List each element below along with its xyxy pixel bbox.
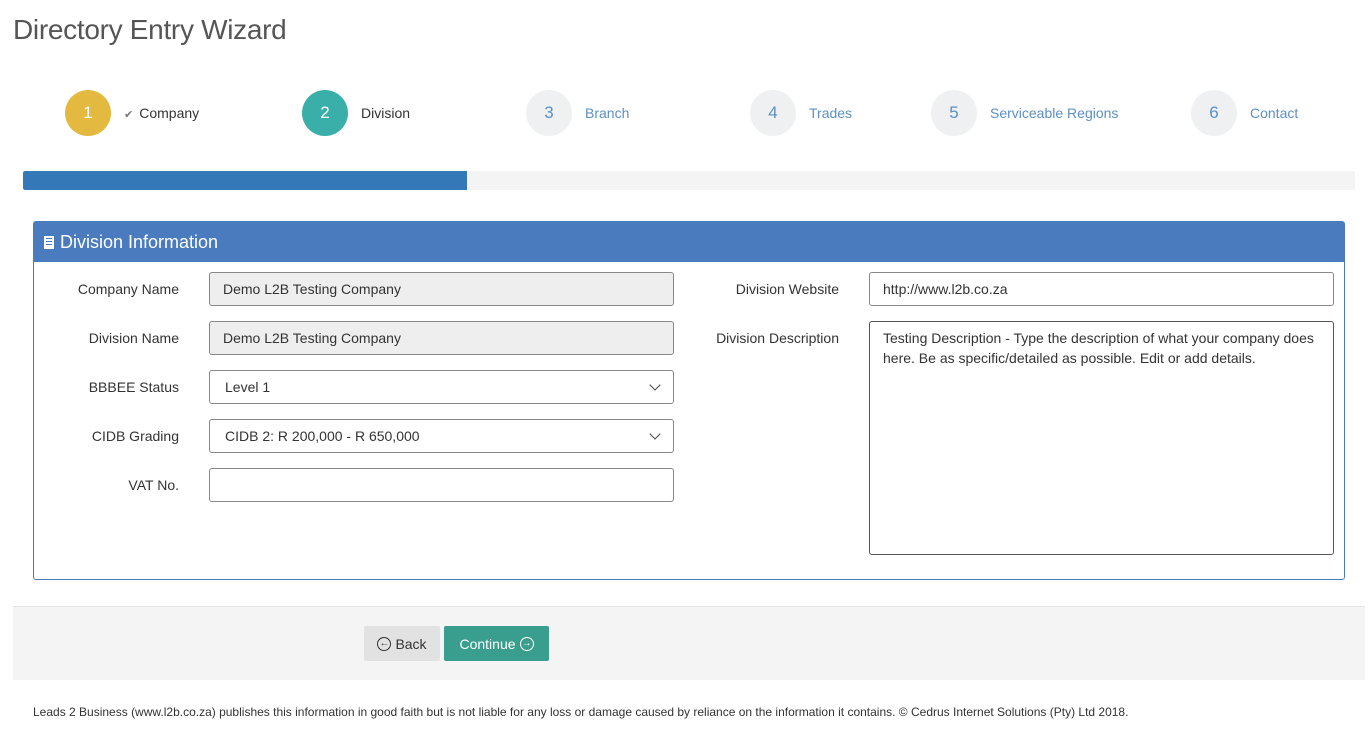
step-label: Serviceable Regions xyxy=(990,105,1119,121)
step-company[interactable]: 1 ✔ Company xyxy=(65,90,199,136)
step-number: 5 xyxy=(931,90,977,136)
panel-header: Division Information xyxy=(34,222,1344,262)
step-number: 3 xyxy=(526,90,572,136)
division-name-label: Division Name xyxy=(88,330,179,346)
cidb-grading-label: CIDB Grading xyxy=(91,428,179,444)
step-number: 1 xyxy=(65,90,111,136)
division-website-label: Division Website xyxy=(735,281,839,297)
arrow-left-circle-icon: ← xyxy=(377,636,392,651)
continue-button-label: Continue xyxy=(459,635,516,652)
step-label: Trades xyxy=(809,105,853,121)
step-number: 2 xyxy=(302,90,348,136)
step-label: Division xyxy=(361,105,411,121)
cidb-grading-select[interactable]: CIDB 2: R 200,000 - R 650,000 xyxy=(209,419,674,453)
building-icon xyxy=(44,235,54,249)
continue-button[interactable]: Continue → xyxy=(444,626,549,661)
chevron-down-icon xyxy=(649,427,661,440)
wizard-steps: 1 ✔ Company 2 Division 3 Branch 4 Trades … xyxy=(0,90,1368,138)
division-website-input[interactable]: http://www.l2b.co.za xyxy=(869,272,1334,306)
division-description-label: Division Description xyxy=(716,330,839,346)
bbbee-status-value: Level 1 xyxy=(225,379,271,395)
page-title: Directory Entry Wizard xyxy=(13,14,287,45)
division-name-field[interactable]: Demo L2B Testing Company xyxy=(209,321,674,355)
arrow-right-circle-icon: → xyxy=(519,636,534,651)
progress-bar xyxy=(23,171,1355,190)
button-bar xyxy=(13,606,1365,680)
division-description-textarea[interactable]: Testing Description - Type the descripti… xyxy=(869,321,1334,555)
company-name-field[interactable]: Demo L2B Testing Company xyxy=(209,272,674,306)
progress-fill xyxy=(23,171,467,190)
step-division[interactable]: 2 Division xyxy=(302,90,410,136)
chevron-down-icon xyxy=(649,378,661,391)
panel-title: Division Information xyxy=(60,231,219,252)
vat-no-input[interactable] xyxy=(209,468,674,502)
bbbee-status-select[interactable]: Level 1 xyxy=(209,370,674,404)
step-contact[interactable]: 6 Contact xyxy=(1191,90,1298,136)
step-label: Branch xyxy=(585,105,630,121)
back-button[interactable]: ← Back xyxy=(364,626,440,661)
step-number: 4 xyxy=(750,90,796,136)
vat-no-label: VAT No. xyxy=(128,477,179,493)
step-label: Company xyxy=(139,105,200,121)
bbbee-status-label: BBBEE Status xyxy=(88,379,179,395)
cidb-grading-value: CIDB 2: R 200,000 - R 650,000 xyxy=(225,428,420,444)
step-serviceable-regions[interactable]: 5 Serviceable Regions xyxy=(931,90,1118,136)
step-number: 6 xyxy=(1191,90,1237,136)
checkmark-icon: ✔ xyxy=(124,109,134,121)
step-trades[interactable]: 4 Trades xyxy=(750,90,852,136)
back-button-label: Back xyxy=(395,635,427,652)
footer-disclaimer: Leads 2 Business (www.l2b.co.za) publish… xyxy=(33,705,1129,719)
company-name-label: Company Name xyxy=(77,281,179,297)
step-label: Contact xyxy=(1250,105,1299,121)
step-branch[interactable]: 3 Branch xyxy=(526,90,629,136)
